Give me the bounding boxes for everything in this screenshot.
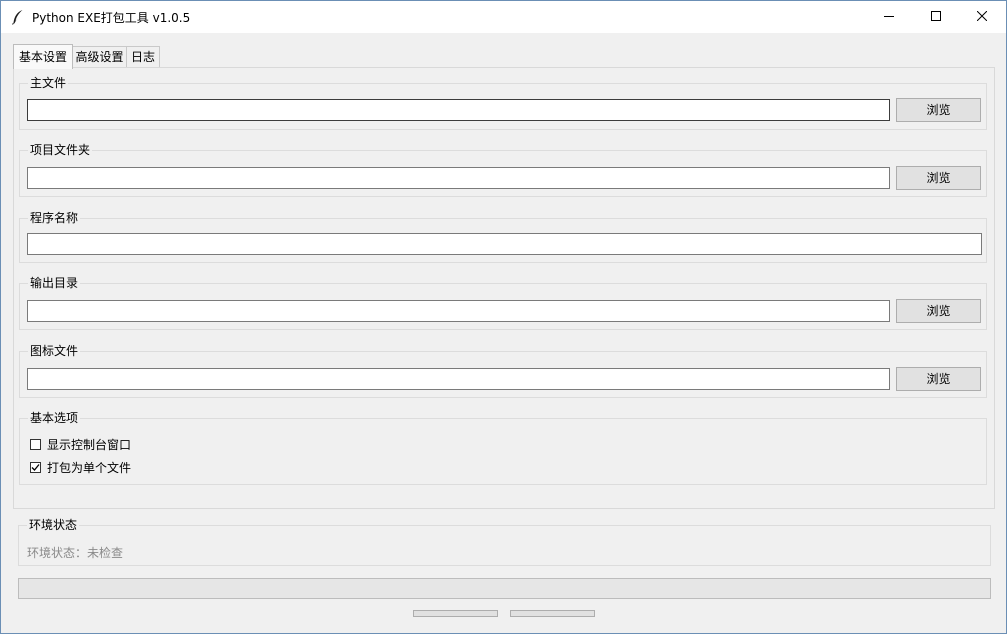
single-file-checkbox[interactable] — [30, 461, 41, 473]
show-console-checkbox-row[interactable]: 显示控制台窗口 — [30, 436, 131, 452]
output-dir-group: 输出目录 浏览 — [19, 276, 987, 330]
title-bar[interactable]: Python EXE打包工具 v1.0.5 — [1, 1, 1006, 33]
program-name-group: 程序名称 — [19, 211, 987, 263]
tab-label: 高级设置 — [75, 50, 124, 64]
progress-bar — [18, 578, 991, 599]
app-window: Python EXE打包工具 v1.0.5 基本设置 高级设置 日志 主文件 浏… — [0, 0, 1007, 634]
env-status-text: 环境状态：未检查 — [27, 546, 124, 560]
project-folder-group: 项目文件夹 浏览 — [19, 143, 987, 197]
minimize-icon — [884, 10, 894, 24]
tab-label: 日志 — [130, 50, 155, 64]
project-folder-browse-button[interactable]: 浏览 — [896, 166, 981, 190]
basic-settings-panel: 主文件 浏览 项目文件夹 浏览 程序名称 输出目录 浏览 图标文件 浏览 基本选… — [13, 67, 995, 509]
tab-log[interactable]: 日志 — [126, 46, 160, 67]
tab-advanced-settings[interactable]: 高级设置 — [71, 46, 128, 67]
start-build-button[interactable] — [413, 610, 498, 617]
project-folder-label: 项目文件夹 — [28, 143, 93, 157]
program-name-label: 程序名称 — [28, 211, 81, 225]
output-dir-label: 输出目录 — [28, 276, 81, 290]
maximize-icon — [931, 10, 941, 24]
output-dir-browse-button[interactable]: 浏览 — [896, 299, 981, 323]
single-file-checkbox-row[interactable]: 打包为单个文件 — [30, 459, 131, 475]
basic-options-label: 基本选项 — [28, 411, 81, 425]
main-file-browse-button[interactable]: 浏览 — [896, 98, 981, 122]
minimize-button[interactable] — [866, 1, 912, 33]
env-status-group: 环境状态 环境状态：未检查 — [18, 518, 991, 566]
output-dir-input[interactable] — [27, 300, 890, 322]
tab-label: 基本设置 — [18, 50, 67, 64]
window-title: Python EXE打包工具 v1.0.5 — [32, 11, 191, 25]
tab-basic-settings[interactable]: 基本设置 — [13, 44, 73, 69]
check-icon — [31, 463, 40, 471]
show-console-checkbox[interactable] — [30, 438, 41, 450]
env-status-group-label: 环境状态 — [27, 518, 80, 532]
feather-icon — [11, 9, 25, 25]
project-folder-input[interactable] — [27, 167, 890, 189]
icon-file-group: 图标文件 浏览 — [19, 344, 987, 398]
maximize-button[interactable] — [913, 1, 959, 33]
close-button[interactable] — [959, 1, 1005, 33]
show-console-label: 显示控制台窗口 — [47, 437, 132, 452]
secondary-action-button[interactable] — [510, 610, 595, 617]
icon-file-input[interactable] — [27, 368, 890, 390]
main-file-input[interactable] — [27, 99, 890, 121]
main-file-group: 主文件 浏览 — [19, 76, 987, 130]
main-file-label: 主文件 — [28, 76, 69, 90]
close-icon — [976, 10, 988, 24]
single-file-label: 打包为单个文件 — [47, 460, 132, 475]
program-name-input[interactable] — [27, 233, 982, 255]
icon-file-label: 图标文件 — [28, 344, 81, 358]
basic-options-group: 基本选项 显示控制台窗口 打包为单个文件 — [19, 411, 987, 485]
icon-file-browse-button[interactable]: 浏览 — [896, 367, 981, 391]
